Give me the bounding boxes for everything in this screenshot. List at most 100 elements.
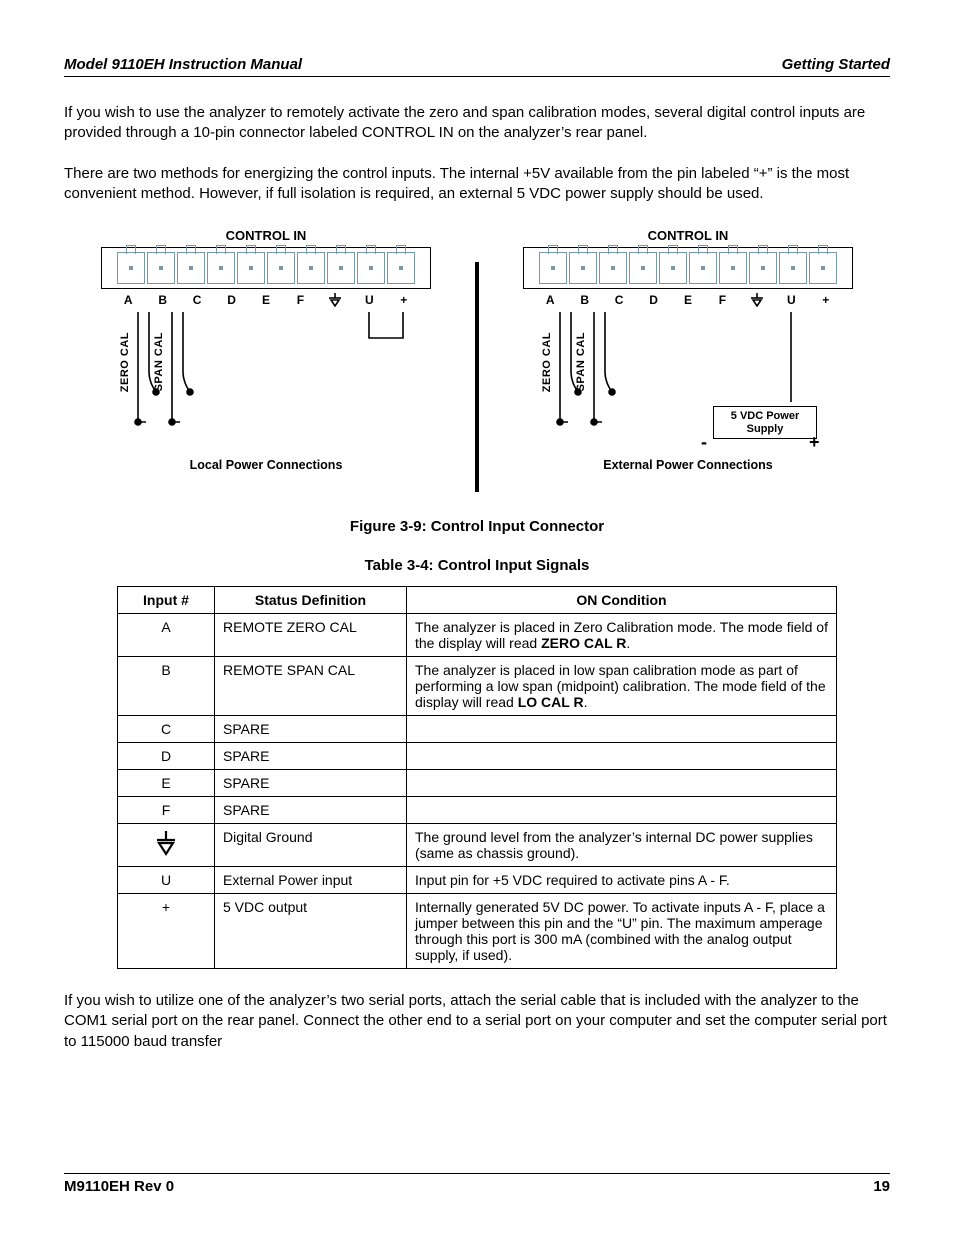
pin-label: D	[214, 293, 248, 310]
pin	[177, 252, 205, 284]
running-footer: M9110EH Rev 0 19	[64, 1173, 890, 1195]
cell-input: +	[118, 894, 215, 969]
pin	[569, 252, 597, 284]
cell-status: 5 VDC output	[215, 894, 407, 969]
cell-condition: The analyzer is placed in Zero Calibrati…	[407, 614, 837, 657]
figure-divider	[475, 262, 479, 492]
psu-box: 5 VDC Power Supply	[713, 406, 817, 439]
figure-caption: Figure 3-9: Control Input Connector	[64, 518, 890, 535]
table-header-row: Input # Status Definition ON Condition	[118, 587, 837, 614]
table-row: BREMOTE SPAN CALThe analyzer is placed i…	[118, 657, 837, 716]
pin-labels-right: A B C D E F U +	[533, 293, 843, 310]
table-row: FSPARE	[118, 797, 837, 824]
pin-label: A	[111, 293, 145, 310]
cell-condition	[407, 743, 837, 770]
cell-input: F	[118, 797, 215, 824]
table-row: +5 VDC outputInternally generated 5V DC …	[118, 894, 837, 969]
ground-icon	[750, 293, 764, 307]
cell-status: REMOTE ZERO CAL	[215, 614, 407, 657]
table-row: ESPARE	[118, 770, 837, 797]
header-left: Model 9110EH Instruction Manual	[64, 56, 302, 73]
pin-label: C	[602, 293, 636, 310]
control-input-signals-table: Input # Status Definition ON Condition A…	[117, 586, 837, 969]
pin	[689, 252, 717, 284]
cell-condition: Internally generated 5V DC power. To act…	[407, 894, 837, 969]
table-row: AREMOTE ZERO CALThe analyzer is placed i…	[118, 614, 837, 657]
table-row: Digital GroundThe ground level from the …	[118, 824, 837, 867]
body-text: If you wish to use the analyzer to remot…	[64, 103, 890, 224]
cell-input: C	[118, 716, 215, 743]
psu-minus: -	[701, 432, 707, 453]
cell-condition: The ground level from the analyzer’s int…	[407, 824, 837, 867]
pin-label: U	[774, 293, 808, 310]
pin	[207, 252, 235, 284]
figure-left-panel: CONTROL IN A B C D	[81, 228, 451, 492]
pin	[267, 252, 295, 284]
pin-label: F	[705, 293, 739, 310]
pin	[327, 252, 355, 284]
ground-icon	[155, 829, 177, 857]
th-input: Input #	[118, 587, 215, 614]
cell-input: E	[118, 770, 215, 797]
pin-label: C	[180, 293, 214, 310]
figure-sub-left: Local Power Connections	[190, 458, 343, 472]
table-row: DSPARE	[118, 743, 837, 770]
pin-label: E	[249, 293, 283, 310]
table-caption: Table 3-4: Control Input Signals	[64, 557, 890, 574]
pin	[629, 252, 657, 284]
figure-right-panel: CONTROL IN A B C D	[503, 228, 873, 492]
pin-labels-left: A B C D E F U +	[111, 293, 421, 310]
cell-status: Digital Ground	[215, 824, 407, 867]
pin-label-ground	[740, 293, 774, 310]
pin	[719, 252, 747, 284]
schematic-left: ZERO CAL SPAN CAL	[101, 312, 431, 452]
psu-plus: +	[809, 432, 820, 453]
pin-label-ground	[318, 293, 352, 310]
pin	[237, 252, 265, 284]
footer-left: M9110EH Rev 0	[64, 1178, 174, 1195]
pin	[357, 252, 385, 284]
pin-label: D	[636, 293, 670, 310]
pin	[659, 252, 687, 284]
connector-pins-right	[539, 252, 837, 284]
pin-label: B	[567, 293, 601, 310]
pin-label: A	[533, 293, 567, 310]
figure-sub-right: External Power Connections	[603, 458, 772, 472]
zero-cal-label: ZERO CAL	[541, 332, 553, 392]
table-row: UExternal Power inputInput pin for +5 VD…	[118, 867, 837, 894]
pin	[117, 252, 145, 284]
table-row: CSPARE	[118, 716, 837, 743]
pin	[779, 252, 807, 284]
cell-condition	[407, 770, 837, 797]
pin	[387, 252, 415, 284]
header-right: Getting Started	[782, 56, 890, 73]
pin	[147, 252, 175, 284]
connector-title-left: CONTROL IN	[226, 228, 307, 243]
zero-cal-label: ZERO CAL	[119, 332, 131, 392]
th-status: Status Definition	[215, 587, 407, 614]
paragraph-3: If you wish to utilize one of the analyz…	[64, 991, 890, 1052]
pin-label: +	[387, 293, 421, 310]
cell-condition: The analyzer is placed in low span calib…	[407, 657, 837, 716]
pin	[539, 252, 567, 284]
cell-condition: Input pin for +5 VDC required to activat…	[407, 867, 837, 894]
cell-status: SPARE	[215, 770, 407, 797]
th-condition: ON Condition	[407, 587, 837, 614]
pin-label: F	[283, 293, 317, 310]
cell-status: REMOTE SPAN CAL	[215, 657, 407, 716]
cell-condition	[407, 797, 837, 824]
connector-pins-left	[117, 252, 415, 284]
cell-input: U	[118, 867, 215, 894]
cell-condition	[407, 716, 837, 743]
cell-input: A	[118, 614, 215, 657]
pin	[599, 252, 627, 284]
paragraph-1: If you wish to use the analyzer to remot…	[64, 103, 890, 144]
connector-left	[101, 247, 431, 289]
figure-3-9: CONTROL IN A B C D	[64, 228, 890, 492]
pin	[297, 252, 325, 284]
cell-input	[118, 824, 215, 867]
paragraph-2: There are two methods for energizing the…	[64, 164, 890, 205]
span-cal-label: SPAN CAL	[575, 332, 587, 391]
cell-status: SPARE	[215, 743, 407, 770]
cell-status: External Power input	[215, 867, 407, 894]
